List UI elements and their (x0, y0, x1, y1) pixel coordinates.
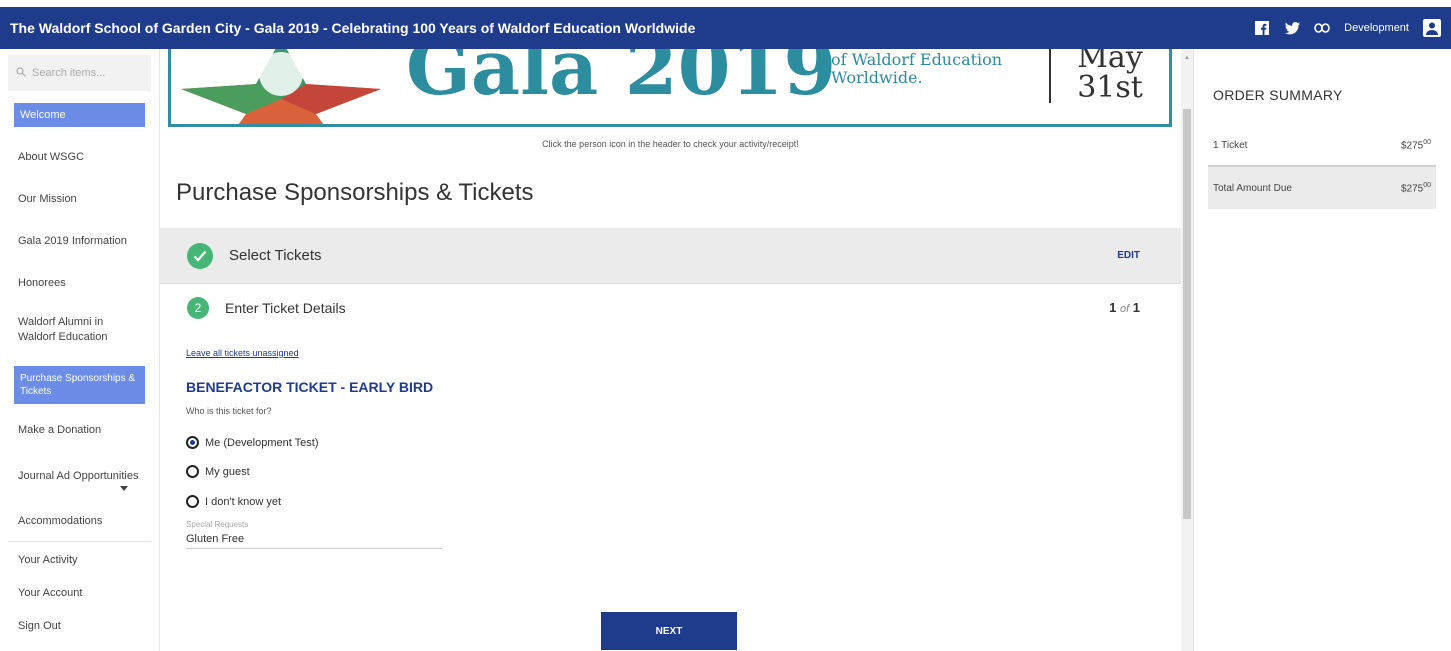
order-summary: ORDER SUMMARY 1 Ticket $27500 Total Amou… (1193, 49, 1451, 651)
ticket-counter-current: 1 (1109, 300, 1117, 315)
chevron-down-icon (120, 482, 128, 494)
sidebar-item-signout[interactable]: Sign Out (0, 608, 159, 644)
sidebar-item-alumni[interactable]: Waldorf Alumni in Waldorf Education (0, 304, 159, 356)
option-unknown[interactable]: I don't know yet (186, 495, 281, 508)
sidebar-item-honorees[interactable]: Honorees (0, 262, 159, 304)
radio-button[interactable] (186, 495, 199, 508)
scroll-up-icon[interactable]: ▲ (1184, 55, 1190, 61)
special-requests-field[interactable]: Gluten Free (186, 533, 442, 549)
ticket-counter-of: of (1119, 303, 1130, 315)
scrollbar[interactable]: ▲ (1181, 49, 1193, 651)
option-guest-label: My guest (205, 465, 250, 478)
sidebar-item-donation[interactable]: Make a Donation (0, 408, 159, 452)
sidebar-item-welcome[interactable]: Welcome (14, 103, 145, 127)
who-question: Who is this ticket for? (186, 406, 272, 416)
activity-notice: Click the person icon in the header to c… (542, 139, 799, 149)
line-item-label: 1 Ticket (1213, 139, 1248, 151)
user-icon[interactable] (1423, 19, 1441, 37)
sidebar-item-gala-info[interactable]: Gala 2019 Information (0, 220, 159, 262)
option-me-label: Me (Development Test) (205, 436, 319, 449)
sidebar-item-about[interactable]: About WSGC (0, 136, 159, 178)
banner-date-day: 31st (1077, 70, 1143, 105)
radio-button-checked[interactable] (186, 436, 199, 449)
search-icon (16, 66, 26, 80)
search-input[interactable]: Search items... (8, 55, 151, 91)
sidebar-item-account[interactable]: Your Account (0, 578, 159, 608)
facebook-icon[interactable] (1254, 20, 1270, 36)
star-logo-icon (181, 49, 381, 124)
ticket-name: BENEFACTOR TICKET - EARLY BIRD (186, 379, 434, 395)
gala-title: Gala 2019 (406, 49, 837, 112)
summary-total: Total Amount Due $27500 (1208, 165, 1436, 209)
option-unknown-label: I don't know yet (205, 495, 282, 508)
total-amount: $27500 (1400, 181, 1431, 195)
sidebar-item-accommodations[interactable]: Accommodations (8, 500, 151, 542)
ticket-counter: 1 of 1 (1109, 300, 1140, 315)
sidebar-item-mission[interactable]: Our Mission (0, 178, 159, 220)
step2-label: Enter Ticket Details (225, 299, 346, 316)
banner-subtitle: of Waldorf Education Worldwide. (831, 51, 1002, 86)
radio-button[interactable] (186, 465, 199, 478)
step-select-tickets: Select Tickets EDIT (160, 228, 1181, 283)
sidebar-item-journal-label: Journal Ad Opportunities (18, 470, 139, 482)
order-summary-heading: ORDER SUMMARY (1213, 87, 1343, 103)
ticket-counter-total: 1 (1132, 300, 1140, 315)
option-me[interactable]: Me (Development Test) (186, 436, 319, 449)
header-actions: Development (1254, 19, 1441, 37)
total-label: Total Amount Due (1213, 182, 1292, 194)
app-header: The Waldorf School of Garden City - Gala… (0, 7, 1451, 49)
edit-button[interactable]: EDIT (1117, 250, 1140, 261)
top-strip (0, 0, 1451, 7)
summary-line-item: 1 Ticket $27500 (1208, 135, 1436, 155)
twitter-icon[interactable] (1284, 20, 1300, 36)
next-button[interactable]: NEXT (601, 612, 737, 650)
banner-subtitle-line2: Worldwide. (831, 67, 923, 87)
sidebar: Search items... Welcome About WSGC Our M… (0, 49, 160, 651)
gala-banner: Gala 2019 of Waldorf Education Worldwide… (168, 49, 1172, 127)
step-number-badge: 2 (187, 296, 209, 319)
sidebar-item-journal[interactable]: Journal Ad Opportunities (0, 452, 159, 500)
banner-subtitle-line1: of Waldorf Education (831, 50, 1003, 69)
step1-label: Select Tickets (229, 247, 322, 264)
banner-date: May 31st (1049, 49, 1169, 103)
page-title: Purchase Sponsorships & Tickets (176, 179, 534, 206)
scrollbar-thumb[interactable] (1183, 109, 1191, 519)
special-requests-label: Special Requests (186, 520, 249, 529)
step-enter-details: 2 Enter Ticket Details 1 of 1 (160, 283, 1181, 331)
link-icon[interactable] (1314, 20, 1330, 36)
check-icon (187, 242, 213, 269)
page-header-title: The Waldorf School of Garden City - Gala… (10, 20, 696, 36)
search-placeholder: Search items... (32, 67, 106, 79)
sidebar-item-activity[interactable]: Your Activity (0, 542, 159, 578)
main-content: Gala 2019 of Waldorf Education Worldwide… (160, 49, 1181, 651)
leave-unassigned-link[interactable]: Leave all tickets unassigned (186, 348, 299, 358)
line-item-amount: $27500 (1400, 138, 1431, 152)
sidebar-item-purchase[interactable]: Purchase Sponsorships & Tickets (14, 366, 145, 404)
option-guest[interactable]: My guest (186, 465, 250, 478)
user-name[interactable]: Development (1344, 22, 1409, 34)
